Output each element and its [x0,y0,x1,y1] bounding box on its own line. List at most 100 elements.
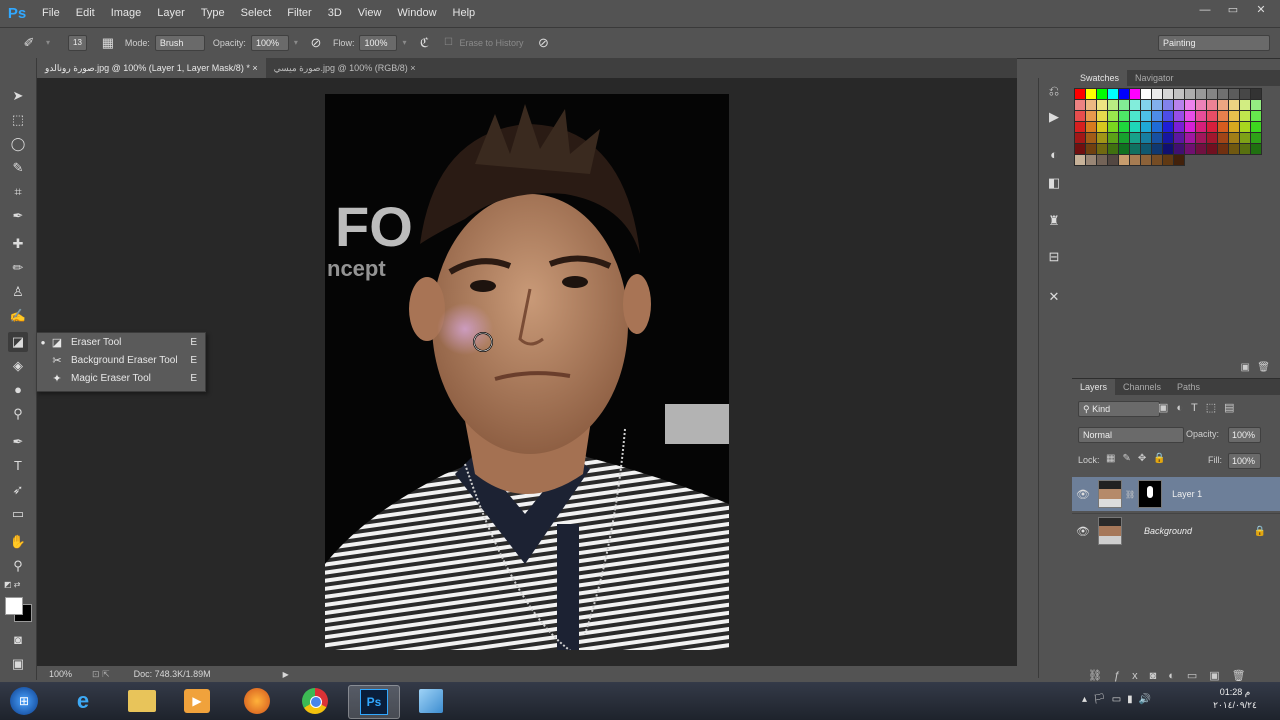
visibility-eye-icon[interactable]: 👁 [1072,525,1094,538]
path-selection-tool-icon[interactable]: ➶ [8,480,28,500]
layers-panel-footer-icons[interactable]: ⛓ƒx◙◐▭▣🗑 [1088,669,1258,682]
hand-tool-icon[interactable]: ✋ [8,532,28,552]
quick-selection-tool-icon[interactable]: ✎ [8,158,28,178]
restore-button[interactable]: ▭ [1222,2,1244,18]
tab-swatches[interactable]: Swatches [1072,70,1128,86]
flyout-background-eraser-tool[interactable]: ✂ Background Eraser Tool E [37,351,205,369]
tab-paths[interactable]: Paths [1169,379,1208,395]
properties-panel-icon[interactable]: ♜ [1045,212,1063,230]
color-swatch[interactable] [1250,143,1262,155]
blend-mode-select[interactable]: Normal [1078,427,1184,443]
type-tool-icon[interactable]: T [8,456,28,476]
flyout-eraser-tool[interactable]: ● ◪ Eraser Tool E [37,333,205,351]
dodge-tool-icon[interactable]: ⚲ [8,404,28,424]
zoom-level[interactable]: 100% [49,669,72,679]
preset-dropdown-icon[interactable]: ▾ [44,34,52,52]
close-button[interactable]: ✕ [1250,2,1272,18]
start-button[interactable]: ⊞ [4,685,44,717]
marquee-tool-icon[interactable]: ⬚ [8,110,28,130]
quick-mask-icon[interactable]: ◙ [8,630,28,650]
adjustments-panel-icon[interactable]: ◐ [1045,146,1063,164]
pen-tool-icon[interactable]: ✒ [8,432,28,452]
minimize-button[interactable]: — [1194,2,1216,18]
history-brush-tool-icon[interactable]: ✍ [8,306,28,326]
menu-3d[interactable]: 3D [320,7,350,19]
tab-close-icon[interactable]: × [410,63,415,73]
swap-colors-icon[interactable]: ◩ ⇄ [4,580,32,590]
visibility-eye-icon[interactable]: 👁 [1072,488,1094,501]
menu-edit[interactable]: Edit [68,7,103,19]
mode-select[interactable]: Brush [154,35,205,51]
menu-file[interactable]: File [34,7,68,19]
taskbar-media-player[interactable]: ▶ [172,685,222,717]
tab-channels[interactable]: Channels [1115,379,1169,395]
healing-brush-tool-icon[interactable]: ✚ [8,234,28,254]
status-icons[interactable]: ⊡ ⇱ [92,669,110,680]
taskbar-firefox[interactable] [232,685,282,717]
eraser-tool-icon[interactable]: ◪ [8,332,28,352]
brush-size-picker[interactable]: 13 [68,35,87,51]
eraser-preset-icon[interactable]: ✐ [20,34,38,52]
brush-tool-icon[interactable]: ✏ [8,258,28,278]
tab-close-icon[interactable]: × [252,63,257,73]
foreground-color-swatch[interactable] [5,597,23,615]
zoom-tool-icon[interactable]: ⚲ [8,556,28,576]
status-menu-arrow-icon[interactable]: ▶ [283,670,289,679]
blur-tool-icon[interactable]: ● [8,380,28,400]
eyedropper-tool-icon[interactable]: ✒ [8,206,28,226]
color-swatch[interactable] [1173,154,1185,166]
character-panel-icon[interactable]: ⊟ [1045,248,1063,266]
erase-history-checkbox[interactable]: ☐ [439,34,457,52]
lasso-tool-icon[interactable]: ◯ [8,134,28,154]
flow-dropdown-icon[interactable]: ▾ [399,34,409,52]
menu-window[interactable]: Window [389,7,444,19]
layer-row-layer-1[interactable]: 👁 ⛓ Layer 1 [1072,477,1280,511]
tab-navigator[interactable]: Navigator [1127,70,1182,86]
opacity-dropdown-icon[interactable]: ▾ [291,34,301,52]
menu-select[interactable]: Select [233,7,280,19]
history-panel-icon[interactable]: ⎌ [1045,82,1063,100]
flyout-magic-eraser-tool[interactable]: ✦ Magic Eraser Tool E [37,369,205,387]
layer-name[interactable]: Background [1144,526,1192,536]
shape-tool-icon[interactable]: ▭ [8,504,28,524]
clone-stamp-tool-icon[interactable]: ♙ [8,282,28,302]
layer-filter-select[interactable]: ⚲ Kind [1078,401,1160,417]
brush-panel-icon[interactable]: ▦ [99,34,117,52]
taskbar-clock[interactable]: 01:28 م ٢٠١٤/٠٩/٢٤ [1200,686,1270,712]
crop-tool-icon[interactable]: ⌗ [8,182,28,202]
pressure-opacity-icon[interactable]: ⊘ [307,34,325,52]
system-tray-icons[interactable]: ▴🏳▭▮🔊 [1082,694,1157,705]
screen-mode-icon[interactable]: ▣ [8,654,28,674]
opacity-input[interactable]: 100% [250,35,289,51]
layer-filter-icons[interactable]: ▣◐T⬚▤ [1158,401,1243,414]
flow-input[interactable]: 100% [359,35,398,51]
menu-view[interactable]: View [350,7,390,19]
workspace-switcher[interactable]: Painting [1158,35,1270,51]
menu-help[interactable]: Help [445,7,484,19]
tab-ronaldo[interactable]: صورة رونالدو.jpg @ 100% (Layer 1, Layer … [37,58,266,78]
menu-layer[interactable]: Layer [149,7,193,19]
taskbar-file-explorer[interactable] [117,685,167,717]
taskbar-notepad[interactable] [406,685,456,717]
lock-icons[interactable]: ▦✎✥🔒 [1106,453,1173,464]
menu-filter[interactable]: Filter [279,7,319,19]
layer-name[interactable]: Layer 1 [1172,489,1202,499]
menu-image[interactable]: Image [103,7,150,19]
pressure-size-icon[interactable]: ⊘ [534,34,552,52]
tab-layers[interactable]: Layers [1072,379,1116,395]
tab-messi[interactable]: صورة ميسي.jpg @ 100% (RGB/8) × [266,58,424,78]
delete-swatch-icon[interactable]: 🗑 [1257,362,1270,373]
new-swatch-icon[interactable]: ▣ [1241,362,1250,373]
swatch-grid[interactable] [1074,88,1262,166]
taskbar-chrome[interactable] [290,685,340,717]
styles-panel-icon[interactable]: ◧ [1045,174,1063,192]
actions-panel-icon[interactable]: ▶ [1045,108,1063,126]
menu-type[interactable]: Type [193,7,233,19]
tool-presets-icon[interactable]: ✕ [1045,288,1063,306]
mask-link-icon[interactable]: ⛓ [1125,490,1135,499]
taskbar-photoshop[interactable]: Ps [348,685,400,719]
taskbar-internet-explorer[interactable]: e [58,685,108,717]
layer-opacity-input[interactable]: 100% [1228,427,1261,443]
layer-mask-thumbnail[interactable] [1138,480,1163,508]
fill-input[interactable]: 100% [1228,453,1261,469]
